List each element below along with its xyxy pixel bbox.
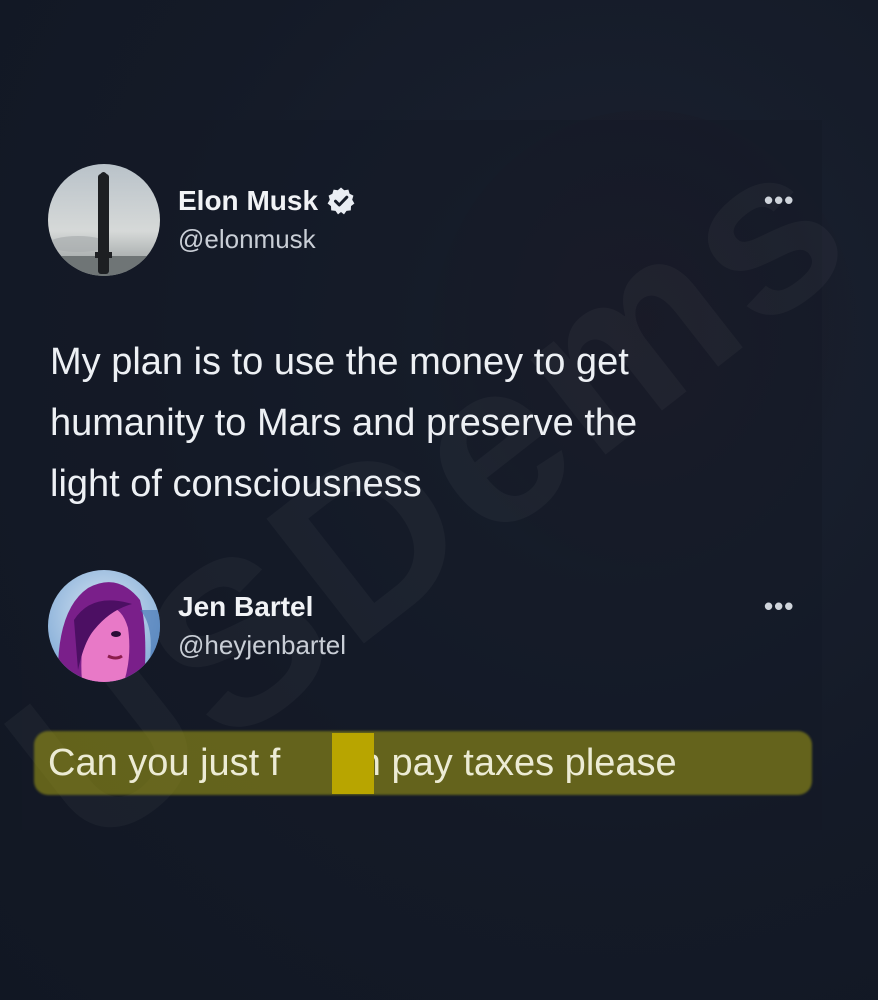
tweet-text-line: My plan is to use the money to get <box>50 341 629 383</box>
author-handle[interactable]: @elonmusk <box>178 221 356 257</box>
elon-avatar[interactable] <box>48 164 160 276</box>
reply-header: Jen Bartel @heyjenbartel <box>48 570 346 682</box>
tweet-text-line: humanity to Mars and preserve the <box>50 402 638 444</box>
author-name[interactable]: Elon Musk <box>178 183 356 219</box>
reply-text-before: Can you just f <box>48 742 281 784</box>
reply-author-handle[interactable]: @heyjenbartel <box>178 627 346 663</box>
tweet-text: My plan is to use the money to get human… <box>50 332 810 515</box>
censor-block <box>332 733 374 794</box>
reply-text-after: kin pay taxes please <box>332 742 677 784</box>
author-name-text[interactable]: Elon Musk <box>178 183 318 219</box>
verified-badge-icon <box>326 186 356 216</box>
tweet-more-options-icon[interactable]: ••• <box>764 187 794 213</box>
reply-more-options-icon[interactable]: ••• <box>764 593 794 619</box>
screenshot-page: USDems Elon Musk <box>0 0 878 1000</box>
reply-text-block: Can you just f kin pay taxes please <box>34 727 814 797</box>
tweet-header: Elon Musk @elonmusk <box>48 164 356 276</box>
jen-avatar[interactable] <box>48 570 160 682</box>
tweet-text-line: light of consciousness <box>50 463 422 505</box>
reply-author-name[interactable]: Jen Bartel <box>178 589 346 625</box>
